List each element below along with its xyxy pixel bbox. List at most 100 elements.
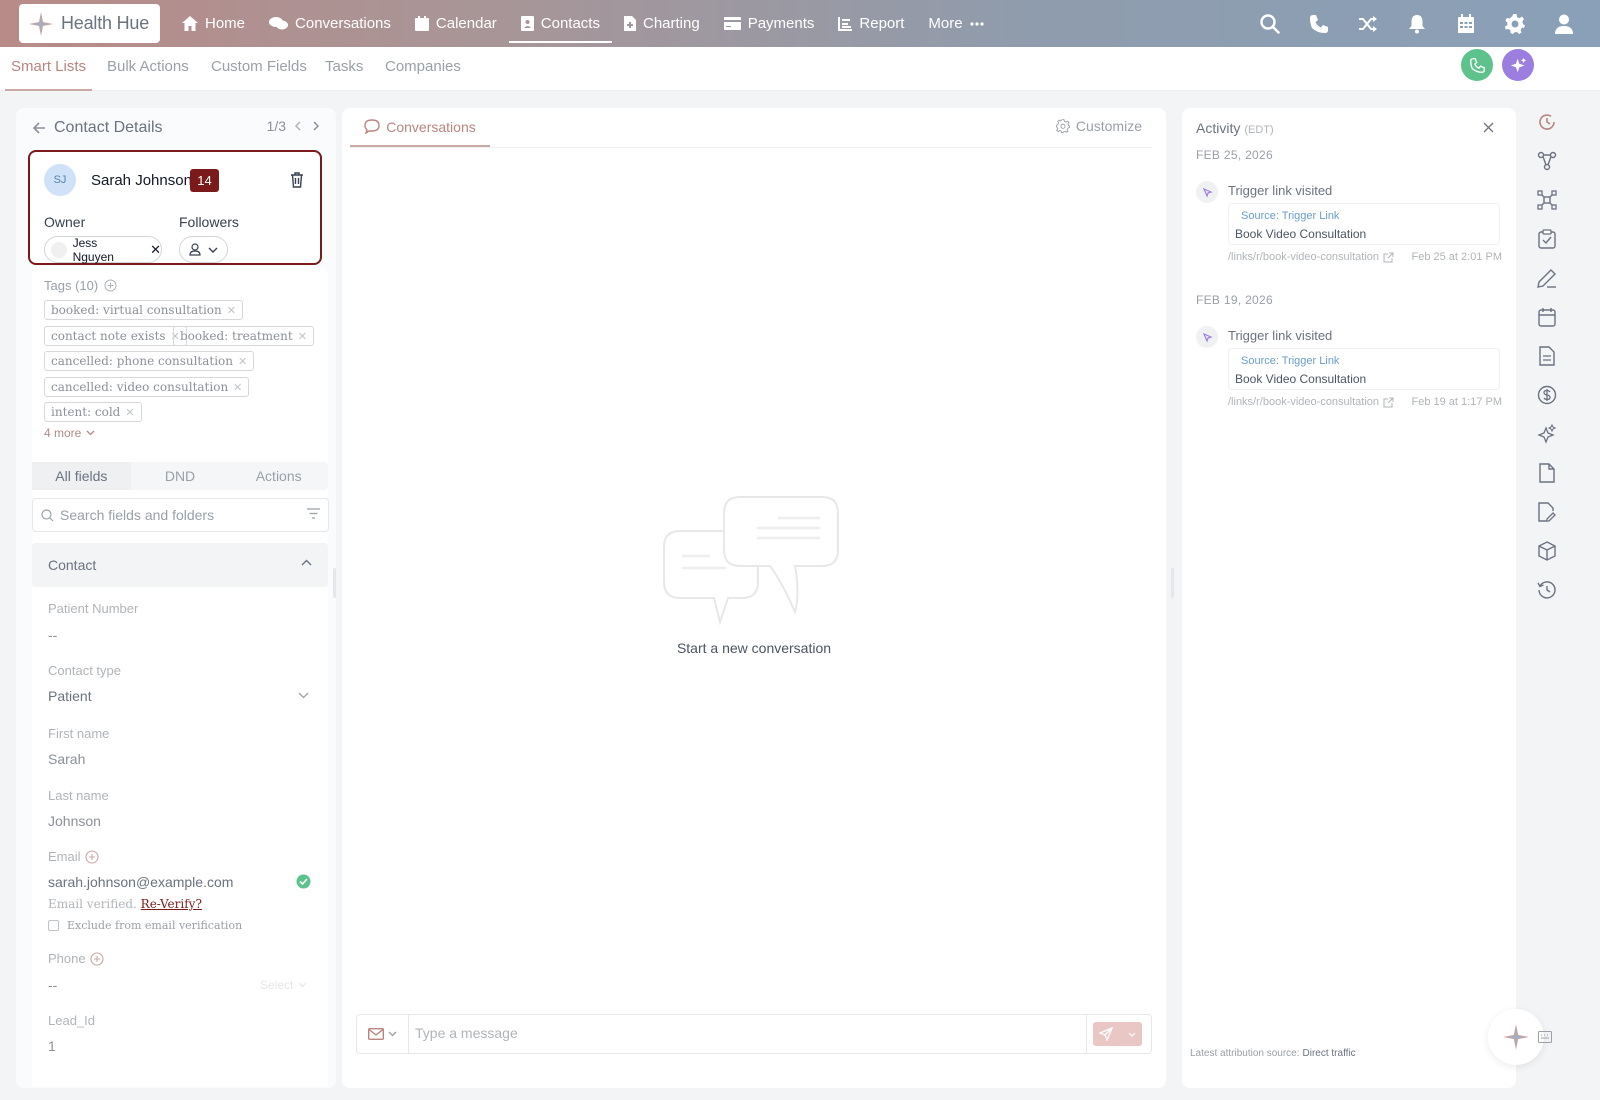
field-value-email[interactable]: sarah.johnson@example.com (48, 874, 233, 890)
activity-link-name: Book Video Consultation (1235, 372, 1367, 386)
file-edit-icon[interactable] (1536, 501, 1558, 523)
tab-all-fields[interactable]: All fields (32, 462, 131, 490)
remove-tag-icon[interactable]: ✕ (227, 304, 236, 317)
shuffle-button[interactable] (1343, 0, 1392, 47)
nav-more[interactable]: More (916, 0, 995, 47)
tag-chip[interactable]: cancelled: video consultation ✕ (44, 377, 250, 397)
box-icon[interactable] (1536, 540, 1558, 562)
calendar-grid-button[interactable] (1441, 0, 1490, 47)
chevron-down-icon (1128, 1032, 1136, 1037)
tab-conversations[interactable]: Conversations (350, 108, 490, 147)
tag-chip[interactable]: intent: cold ✕ (44, 402, 142, 422)
show-more-tags[interactable]: 4 more (44, 426, 95, 440)
send-button[interactable] (1093, 1022, 1142, 1046)
sparkle-icon[interactable] (1536, 423, 1558, 445)
tag-label: cancelled: phone consultation (51, 354, 234, 368)
right-resize-handle[interactable] (1171, 568, 1174, 598)
calendar-icon[interactable] (1536, 306, 1558, 328)
contact-summary-card: SJ Sarah Johnson 14 Owner Followers Jess… (28, 150, 322, 265)
nav-calendar[interactable]: Calendar (403, 0, 509, 47)
tags-count-label: Tags (10) (44, 278, 99, 293)
field-value-phone[interactable]: -- (48, 977, 57, 993)
file-icon[interactable] (1536, 462, 1558, 484)
left-resize-handle[interactable] (333, 568, 336, 598)
field-value-patient-number[interactable]: -- (48, 627, 57, 643)
tab-actions[interactable]: Actions (229, 462, 328, 490)
tab-smart-lists[interactable]: Smart Lists (5, 47, 92, 91)
ai-assistant-button[interactable] (1502, 49, 1534, 81)
delete-contact-button[interactable] (290, 172, 304, 188)
nav-contacts[interactable]: Contacts (508, 0, 613, 47)
chevron-down-icon[interactable] (298, 692, 309, 699)
search-button[interactable] (1245, 0, 1294, 47)
tab-custom-fields[interactable]: Custom Fields (211, 47, 307, 91)
tab-dnd[interactable]: DND (131, 462, 230, 490)
activity-clock-icon[interactable] (1536, 111, 1558, 133)
clipboard-check-icon[interactable] (1536, 228, 1558, 250)
keyboard-icon[interactable] (1538, 1031, 1552, 1043)
nav-report[interactable]: Report (826, 0, 916, 47)
calendar-grid-icon (1457, 13, 1474, 33)
tag-chip[interactable]: contact note exists ✕ (44, 326, 187, 346)
remove-tag-icon[interactable]: ✕ (298, 330, 307, 343)
remove-owner-icon[interactable]: ✕ (150, 242, 161, 258)
settings-button[interactable] (1490, 0, 1539, 47)
remove-tag-icon[interactable]: ✕ (233, 381, 242, 394)
phone-icon (1469, 57, 1485, 73)
chevron-down-icon (208, 247, 218, 253)
network-icon[interactable] (1536, 189, 1558, 211)
dollar-icon[interactable] (1536, 384, 1558, 406)
add-tag-icon[interactable] (104, 279, 117, 292)
channel-select[interactable] (357, 1015, 409, 1053)
contact-section-header[interactable]: Contact (32, 543, 328, 587)
remove-tag-icon[interactable]: ✕ (238, 355, 247, 368)
tab-tasks[interactable]: Tasks (325, 47, 363, 91)
nav-home[interactable]: Home (170, 0, 257, 47)
activity-link[interactable]: /links/r/book-video-consultation (1228, 396, 1394, 408)
field-value-last-name[interactable]: Johnson (48, 813, 101, 829)
tab-bulk-actions[interactable]: Bulk Actions (107, 47, 189, 91)
nav-charting[interactable]: Charting (612, 0, 712, 47)
conversation-panel: Conversations Customize Start a new conv… (342, 108, 1166, 1088)
owner-select[interactable]: Jess Nguyen ✕ (44, 236, 162, 264)
brand-logo[interactable]: Health Hue (19, 4, 160, 43)
field-value-first-name[interactable]: Sarah (48, 751, 85, 767)
email-label: Email (48, 849, 81, 864)
home-icon (182, 16, 198, 31)
sparkle-icon (1510, 57, 1526, 72)
exclude-checkbox[interactable] (48, 920, 59, 931)
phone-button[interactable] (1294, 0, 1343, 47)
message-input[interactable]: Type a message (415, 1025, 518, 1041)
nav-conversations[interactable]: Conversations (257, 0, 403, 47)
chevron-right-icon[interactable] (310, 120, 322, 132)
nav-payments[interactable]: Payments (712, 0, 827, 47)
customize-button[interactable]: Customize (1055, 118, 1142, 134)
tag-chip[interactable]: booked: virtual consultation ✕ (44, 300, 243, 320)
pencil-icon[interactable] (1536, 267, 1558, 289)
reverify-link[interactable]: Re-Verify? (141, 897, 202, 911)
tag-chip[interactable]: cancelled: phone consultation ✕ (44, 351, 255, 371)
add-email-icon[interactable] (84, 849, 99, 864)
activity-source: Source: Trigger Link (1241, 355, 1340, 367)
field-value-contact-type[interactable]: Patient (48, 688, 92, 704)
field-value-lead-id[interactable]: 1 (48, 1038, 56, 1054)
phone-type-select[interactable]: Select (260, 978, 307, 992)
add-phone-icon[interactable] (90, 951, 104, 966)
ai-sparkle-fab[interactable] (1488, 1009, 1544, 1065)
activity-link[interactable]: /links/r/book-video-consultation (1228, 251, 1394, 263)
notifications-button[interactable] (1392, 0, 1441, 47)
tag-chip[interactable]: booked: treatment ✕ (173, 326, 314, 346)
call-button[interactable] (1461, 49, 1493, 81)
tab-companies[interactable]: Companies (385, 47, 461, 91)
search-fields-input[interactable]: Search fields and folders (32, 498, 329, 532)
workflow-icon[interactable] (1536, 150, 1558, 172)
remove-tag-icon[interactable]: ✕ (125, 406, 134, 419)
history-icon[interactable] (1536, 579, 1558, 601)
filter-icon[interactable] (307, 508, 320, 519)
back-arrow-icon[interactable] (32, 121, 46, 135)
chevron-left-icon[interactable] (292, 120, 304, 132)
profile-button[interactable] (1539, 0, 1588, 47)
followers-select[interactable] (179, 236, 228, 263)
close-icon[interactable] (1483, 122, 1494, 133)
notes-icon[interactable] (1536, 345, 1558, 367)
